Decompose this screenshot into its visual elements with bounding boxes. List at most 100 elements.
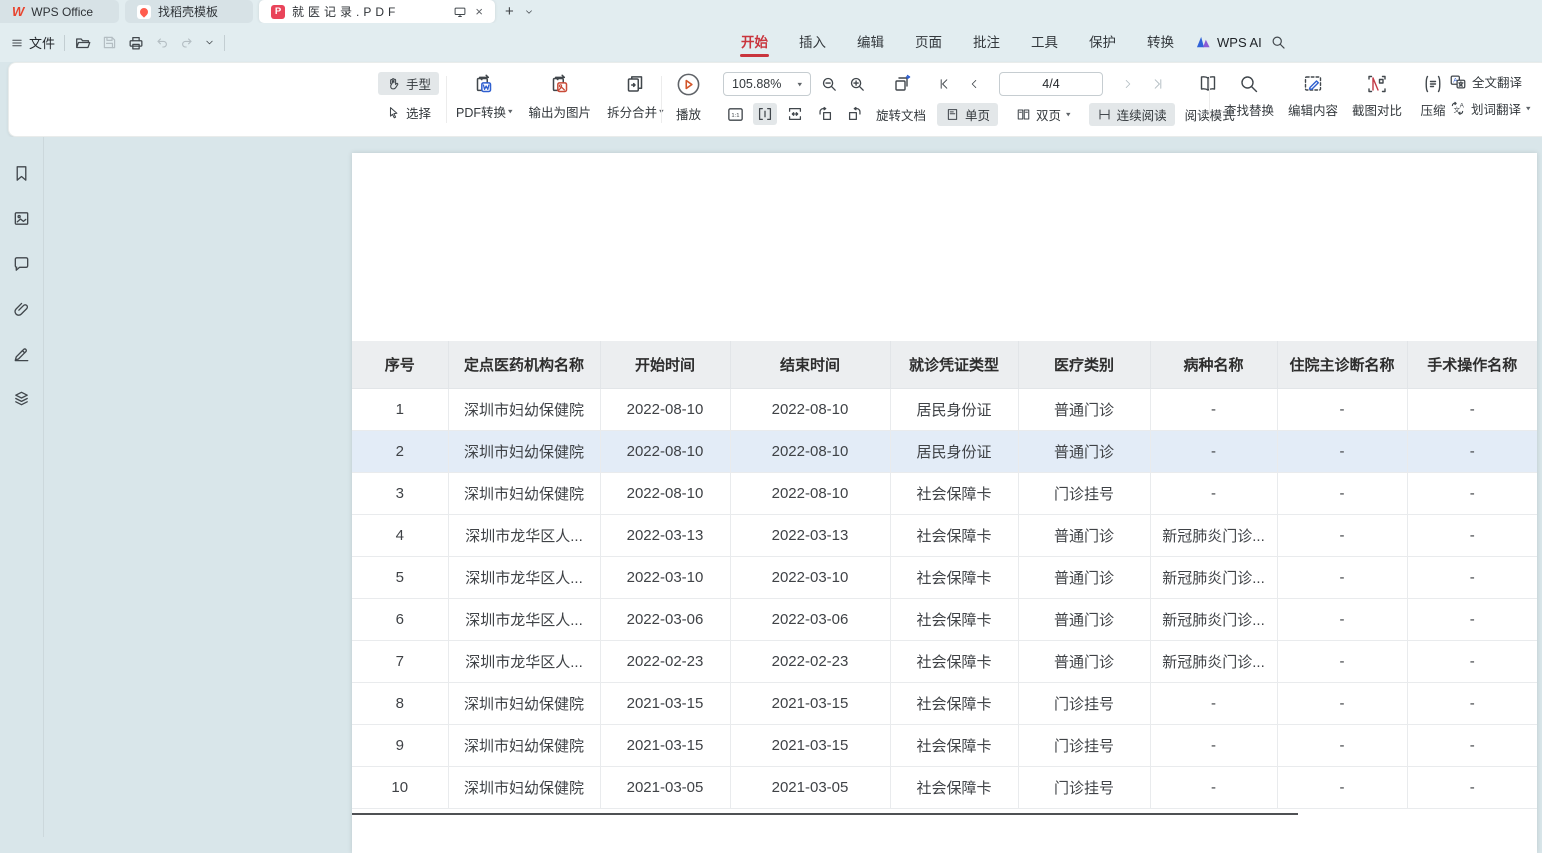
- table-cell: -: [1407, 514, 1537, 556]
- search-icon[interactable]: [1270, 34, 1287, 51]
- page-number-input[interactable]: [999, 72, 1103, 96]
- file-menu[interactable]: 文件: [10, 33, 55, 52]
- rotate-left-icon[interactable]: [813, 103, 837, 125]
- cursor-icon: [386, 105, 401, 120]
- table-cell: 2022-03-06: [730, 598, 890, 640]
- window-tab-bar: W WPS Office 找稻壳模板 P 就医记录.PDF × +: [0, 0, 1542, 23]
- tab-docer-templates[interactable]: 找稻壳模板: [125, 0, 253, 23]
- double-page-icon: [1016, 107, 1031, 122]
- close-tab-icon[interactable]: ×: [475, 5, 483, 18]
- chevron-down-icon: ▾: [1526, 104, 1531, 113]
- split-merge-label: 拆分合并: [607, 102, 657, 121]
- double-page-button[interactable]: 双页 ▾: [1008, 103, 1079, 126]
- full-translate-button[interactable]: A 全文翻译: [1449, 72, 1531, 91]
- zoom-level-select[interactable]: 105.88% ▾: [723, 72, 811, 96]
- tab-document-pdf[interactable]: P 就医记录.PDF ×: [259, 0, 495, 23]
- divider: [224, 35, 225, 51]
- single-page-button[interactable]: 单页: [937, 103, 998, 126]
- table-cell: 社会保障卡: [890, 640, 1018, 682]
- find-replace-button[interactable]: 查找替换: [1221, 72, 1277, 119]
- table-cell: -: [1277, 640, 1407, 682]
- table-bottom-border: [352, 813, 1298, 815]
- split-merge-button[interactable]: 拆分合并▾: [607, 72, 664, 121]
- zoom-out-icon[interactable]: [820, 75, 839, 94]
- tab-home[interactable]: 开始: [740, 28, 769, 57]
- actual-size-button[interactable]: 1:1: [723, 103, 747, 125]
- compress-button[interactable]: 压缩: [1413, 72, 1453, 119]
- tab-page[interactable]: 页面: [914, 28, 943, 57]
- rotate-doc-label[interactable]: 旋转文档: [876, 105, 926, 124]
- tab-wps-office[interactable]: W WPS Office: [0, 0, 119, 23]
- tab-comment[interactable]: 批注: [972, 28, 1001, 57]
- select-tool-button[interactable]: 选择: [378, 101, 439, 124]
- table-cell: 2022-08-10: [730, 430, 890, 472]
- attachment-icon[interactable]: [10, 296, 34, 320]
- edit-content-button[interactable]: 编辑内容: [1285, 72, 1341, 119]
- word-translate-button[interactable]: 文A 划词翻译 ▾: [1449, 99, 1531, 118]
- layers-icon[interactable]: [10, 386, 34, 410]
- play-button[interactable]: 播放: [675, 71, 702, 123]
- pdf-convert-button[interactable]: PDF转换▾: [456, 72, 513, 121]
- print-icon[interactable]: [127, 34, 145, 52]
- pdf-page[interactable]: 序号定点医药机构名称开始时间结束时间就诊凭证类型医疗类别病种名称住院主诊断名称手…: [352, 153, 1537, 853]
- save-icon[interactable]: [101, 34, 118, 51]
- comment-icon[interactable]: [10, 251, 34, 275]
- table-cell: 深圳市妇幼保健院: [448, 430, 600, 472]
- fit-page-swap-icon[interactable]: [890, 72, 914, 96]
- undo-icon[interactable]: [154, 35, 170, 51]
- first-page-button[interactable]: [937, 77, 951, 91]
- wps-ai-logo-icon: [1196, 35, 1211, 50]
- table-cell: 门诊挂号: [1018, 472, 1150, 514]
- bookmark-icon[interactable]: [10, 161, 34, 185]
- zoom-in-icon[interactable]: [848, 75, 867, 94]
- monitor-icon[interactable]: [453, 5, 467, 19]
- redo-icon[interactable]: [179, 35, 195, 51]
- tab-label: 找稻壳模板: [158, 3, 218, 20]
- ribbon-tabs: 开始 插入 编辑 页面 批注 工具 保护 转换: [740, 23, 1175, 62]
- prev-page-button[interactable]: [968, 78, 980, 90]
- table-row: 4深圳市龙华区人...2022-03-132022-03-13社会保障卡普通门诊…: [352, 514, 1537, 556]
- chevron-down-icon: ▾: [508, 107, 513, 116]
- fit-page-button[interactable]: [783, 103, 807, 125]
- tab-convert[interactable]: 转换: [1146, 28, 1175, 57]
- continuous-read-button[interactable]: 连续阅读: [1089, 103, 1175, 126]
- tab-protect[interactable]: 保护: [1088, 28, 1117, 57]
- thumbnail-icon[interactable]: [10, 206, 34, 230]
- table-cell: 2021-03-15: [730, 682, 890, 724]
- table-cell: -: [1277, 388, 1407, 430]
- table-row: 2深圳市妇幼保健院2022-08-102022-08-10居民身份证普通门诊--…: [352, 430, 1537, 472]
- more-tools-chevron-icon[interactable]: [204, 37, 215, 48]
- edit-content-label: 编辑内容: [1288, 100, 1338, 119]
- hand-tool-button[interactable]: 手型: [378, 72, 439, 95]
- table-cell: 9: [352, 724, 448, 766]
- continuous-read-icon: [1097, 107, 1112, 122]
- fit-width-button[interactable]: [753, 103, 777, 125]
- last-page-button[interactable]: [1151, 77, 1165, 91]
- rotate-right-icon[interactable]: [843, 103, 867, 125]
- pdf-convert-icon: [471, 72, 497, 98]
- table-cell: -: [1277, 598, 1407, 640]
- new-tab-button[interactable]: +: [505, 3, 514, 20]
- screenshot-compare-button[interactable]: 截图对比: [1349, 72, 1405, 119]
- tab-tools[interactable]: 工具: [1030, 28, 1059, 57]
- tab-edit[interactable]: 编辑: [856, 28, 885, 57]
- table-row: 7深圳市龙华区人...2022-02-232022-02-23社会保障卡普通门诊…: [352, 640, 1537, 682]
- open-folder-icon[interactable]: [74, 34, 92, 52]
- read-mode-book-icon[interactable]: [1196, 72, 1220, 96]
- table-cell: 2022-03-13: [730, 514, 890, 556]
- divider: [661, 76, 662, 123]
- tab-list-chevron-icon[interactable]: [524, 7, 534, 17]
- tab-insert[interactable]: 插入: [798, 28, 827, 57]
- table-cell: 新冠肺炎门诊...: [1150, 556, 1277, 598]
- table-cell: -: [1407, 388, 1537, 430]
- table-cell: 普通门诊: [1018, 556, 1150, 598]
- next-page-button[interactable]: [1122, 78, 1134, 90]
- export-image-button[interactable]: 输出为图片: [529, 72, 592, 121]
- wps-ai-button[interactable]: WPS AI: [1196, 23, 1262, 62]
- table-cell: 深圳市妇幼保健院: [448, 724, 600, 766]
- table-cell: 6: [352, 598, 448, 640]
- split-merge-icon: [622, 72, 648, 98]
- signature-icon[interactable]: [10, 341, 34, 365]
- table-cell: 社会保障卡: [890, 766, 1018, 808]
- table-header-cell: 病种名称: [1150, 341, 1277, 388]
